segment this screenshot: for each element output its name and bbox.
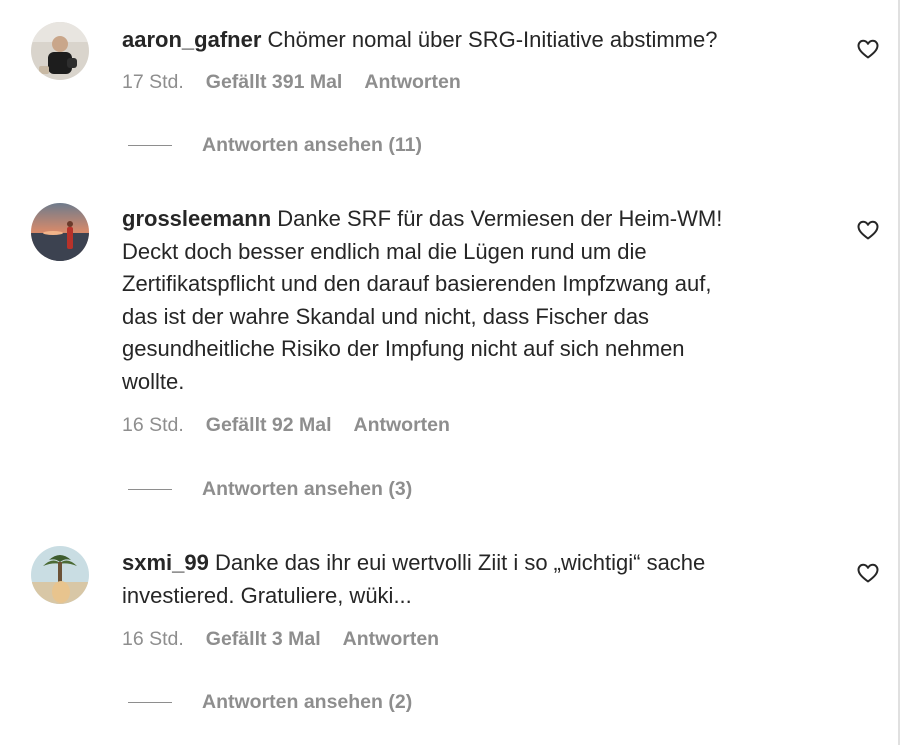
comment-body: Danke SRF für das Vermiesen der Heim-WM!… bbox=[122, 206, 723, 394]
comment-meta: 16 Std. Gefällt 92 Mal Antworten bbox=[122, 414, 450, 437]
comment-text: sxmi_99 Danke das ihr eui wertvolli Ziit… bbox=[122, 547, 812, 612]
view-replies-label: Antworten ansehen (11) bbox=[202, 134, 422, 156]
avatar[interactable] bbox=[31, 22, 89, 80]
comment-username[interactable]: aaron_gafner bbox=[122, 27, 261, 52]
comment-text: aaron_gafner Chömer nomal über SRG-Initi… bbox=[122, 24, 812, 57]
comment-text: grossleemann Danke SRF für das Vermiesen… bbox=[122, 203, 812, 398]
reply-button[interactable]: Antworten bbox=[343, 628, 439, 651]
avatar-sunset-icon bbox=[31, 203, 89, 261]
heart-icon[interactable] bbox=[856, 218, 880, 242]
comment-time[interactable]: 16 Std. bbox=[122, 628, 184, 651]
comment-username[interactable]: grossleemann bbox=[122, 206, 271, 231]
divider-line bbox=[128, 701, 172, 704]
heart-icon[interactable] bbox=[856, 37, 880, 61]
reply-button[interactable]: Antworten bbox=[364, 71, 460, 94]
avatar[interactable] bbox=[31, 203, 89, 261]
view-replies-label: Antworten ansehen (3) bbox=[202, 478, 413, 500]
comment-time[interactable]: 17 Std. bbox=[122, 71, 184, 94]
divider-line bbox=[128, 488, 172, 491]
like-count[interactable]: Gefällt 391 Mal bbox=[206, 71, 343, 94]
comment-meta: 17 Std. Gefällt 391 Mal Antworten bbox=[122, 71, 461, 94]
comment-body: Chömer nomal über SRG-Initiative abstimm… bbox=[267, 27, 718, 52]
view-replies-button[interactable]: Antworten ansehen (3) bbox=[128, 478, 412, 501]
view-replies-button[interactable]: Antworten ansehen (11) bbox=[128, 134, 422, 157]
like-count[interactable]: Gefällt 92 Mal bbox=[206, 414, 332, 437]
avatar[interactable] bbox=[31, 546, 89, 604]
comment-body: Danke das ihr eui wertvolli Ziit i so „w… bbox=[122, 550, 706, 608]
avatar-palm-tree-icon bbox=[31, 546, 89, 604]
heart-icon[interactable] bbox=[856, 561, 880, 585]
divider-line bbox=[128, 144, 172, 147]
avatar-person-icon bbox=[31, 22, 89, 80]
comment-meta: 16 Std. Gefällt 3 Mal Antworten bbox=[122, 628, 439, 651]
view-replies-button[interactable]: Antworten ansehen (2) bbox=[128, 691, 412, 714]
comment-username[interactable]: sxmi_99 bbox=[122, 550, 209, 575]
reply-button[interactable]: Antworten bbox=[354, 414, 450, 437]
view-replies-label: Antworten ansehen (2) bbox=[202, 691, 413, 713]
comment-time[interactable]: 16 Std. bbox=[122, 414, 184, 437]
like-count[interactable]: Gefällt 3 Mal bbox=[206, 628, 321, 651]
